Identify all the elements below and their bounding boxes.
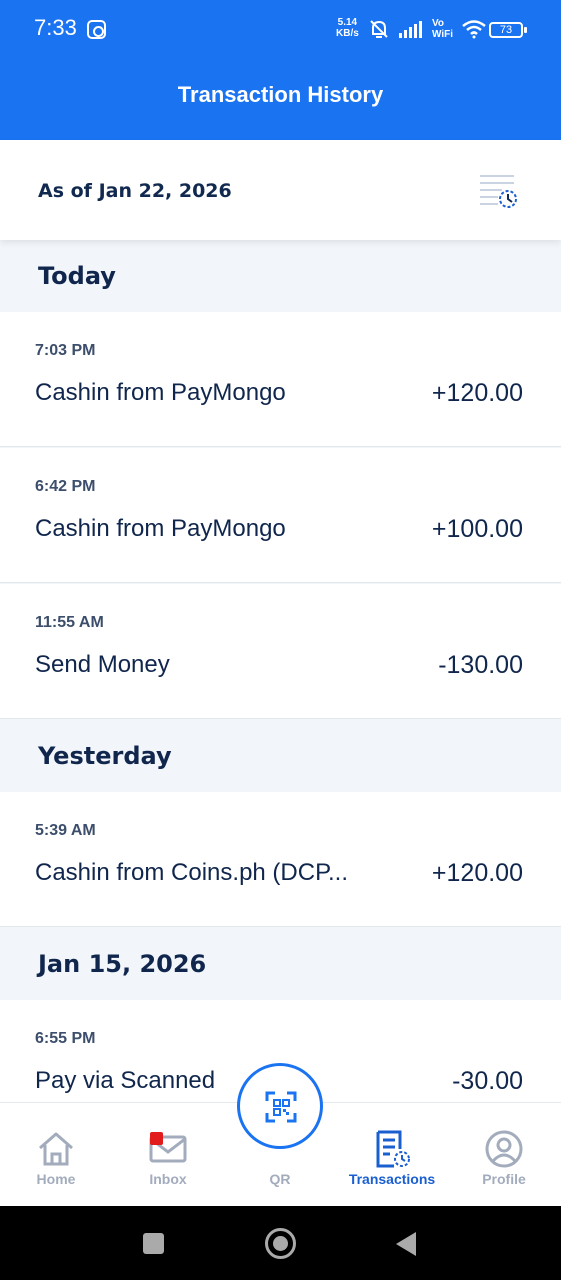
nav-label: Profile xyxy=(482,1171,526,1187)
transaction-time: 7:03 PM xyxy=(35,342,96,359)
group-title: Yesterday xyxy=(38,742,172,770)
instagram-icon xyxy=(87,20,106,39)
transaction-time: 5:39 AM xyxy=(35,822,96,839)
vowifi-label: Vo xyxy=(432,18,445,29)
nav-inbox[interactable]: Inbox xyxy=(112,1103,224,1207)
inbox-badge xyxy=(150,1132,163,1145)
transaction-amount: -30.00 xyxy=(452,1067,523,1095)
nav-label: Home xyxy=(36,1171,76,1187)
transaction-time: 6:55 PM xyxy=(35,1030,96,1047)
group-header-yesterday: Yesterday xyxy=(0,720,561,792)
home-icon xyxy=(39,1132,73,1166)
transaction-description: Send Money xyxy=(35,651,170,678)
nav-label: QR xyxy=(269,1171,291,1187)
transaction-amount: +100.00 xyxy=(431,515,523,543)
transaction-row[interactable]: 5:39 AM Cashin from Coins.ph (DCP... +12… xyxy=(0,792,561,927)
recents-button[interactable] xyxy=(143,1233,164,1254)
qr-scan-icon xyxy=(265,1091,297,1123)
status-time: 7:33 xyxy=(34,15,77,40)
signal-icon xyxy=(399,21,422,38)
transaction-amount: -130.00 xyxy=(438,651,523,679)
group-title: Today xyxy=(38,262,116,290)
qr-scan-button[interactable] xyxy=(237,1063,323,1149)
transactions-icon xyxy=(376,1130,410,1168)
bell-muted-icon xyxy=(370,20,388,38)
history-filter-icon[interactable] xyxy=(478,172,520,212)
network-speed-value: 5.14 xyxy=(337,17,358,28)
group-header-today: Today xyxy=(0,240,561,312)
back-button[interactable] xyxy=(396,1232,416,1256)
wifi-icon xyxy=(462,20,486,39)
battery-level: 73 xyxy=(499,24,513,36)
group-title: Jan 15, 2026 xyxy=(38,950,207,978)
status-icons: Vo WiFi xyxy=(368,18,487,40)
as-of-label: As of Jan 22, 2026 xyxy=(38,180,232,202)
nav-transactions[interactable]: Transactions xyxy=(336,1103,448,1207)
page-title: Transaction History xyxy=(177,82,384,107)
as-of-bar: As of Jan 22, 2026 xyxy=(0,140,561,240)
transaction-description: Cashin from PayMongo xyxy=(35,379,286,406)
vowifi-indicator: Vo WiFi xyxy=(432,18,453,40)
transaction-row[interactable]: 6:42 PM Cashin from PayMongo +100.00 xyxy=(0,448,561,583)
transaction-row[interactable]: 7:03 PM Cashin from PayMongo +120.00 xyxy=(0,312,561,447)
transaction-time: 6:42 PM xyxy=(35,478,96,495)
battery-icon: 73 xyxy=(489,22,527,38)
group-header-jan-15: Jan 15, 2026 xyxy=(0,928,561,1000)
transaction-amount: +120.00 xyxy=(431,379,523,407)
profile-icon xyxy=(485,1130,523,1168)
status-bar: 7:33 5.14 KB/s Vo WiFi 73 xyxy=(0,0,561,60)
transaction-description: Cashin from Coins.ph (DCP... xyxy=(35,859,349,886)
nav-home[interactable]: Home xyxy=(0,1103,112,1207)
transaction-description: Pay via Scanned xyxy=(35,1067,216,1094)
transaction-amount: +120.00 xyxy=(431,859,523,887)
home-button[interactable] xyxy=(265,1228,296,1259)
network-speed: 5.14 KB/s xyxy=(336,17,359,39)
nav-profile[interactable]: Profile xyxy=(448,1103,560,1207)
transaction-row[interactable]: 11:55 AM Send Money -130.00 xyxy=(0,584,561,719)
app-header: 7:33 5.14 KB/s Vo WiFi 73 Transaction Hi… xyxy=(0,0,561,140)
transaction-description: Cashin from PayMongo xyxy=(35,515,286,542)
system-nav-bar xyxy=(0,1206,561,1280)
vowifi-sublabel: WiFi xyxy=(432,29,454,40)
nav-label: Inbox xyxy=(149,1171,187,1187)
nav-label: Transactions xyxy=(348,1171,436,1187)
network-speed-unit: KB/s xyxy=(336,28,359,39)
transaction-time: 11:55 AM xyxy=(35,614,104,631)
